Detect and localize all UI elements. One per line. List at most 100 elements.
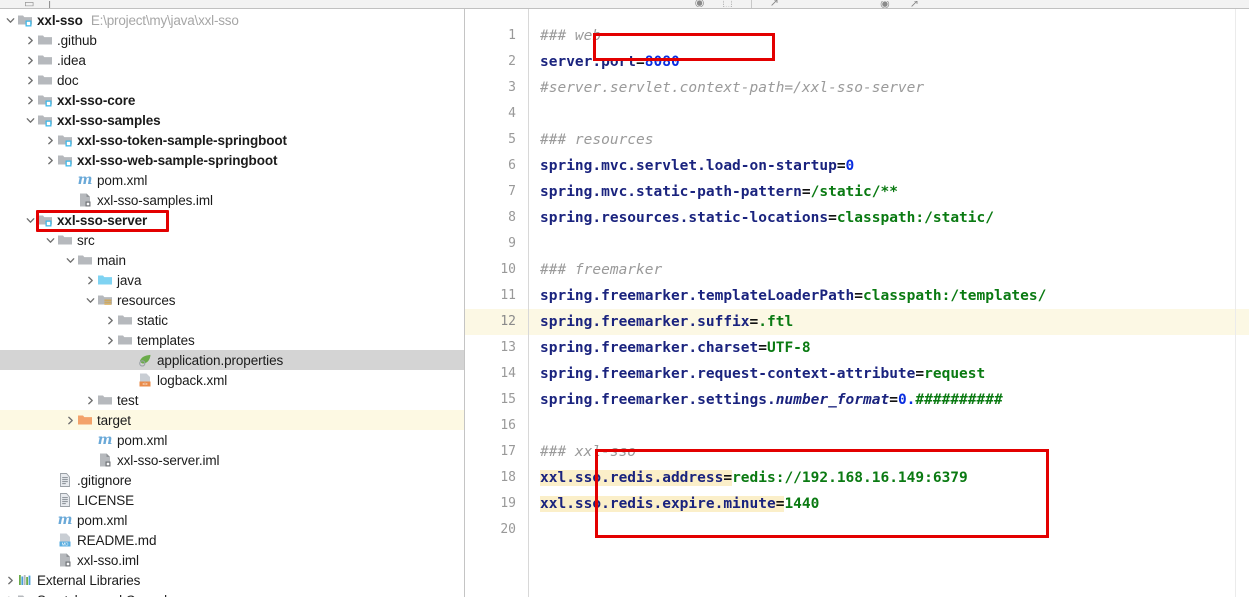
tree-item-resources[interactable]: resources: [0, 290, 464, 310]
letter-j-icon[interactable]: j: [48, 1, 50, 8]
line-number: 14: [500, 366, 516, 381]
code-comment-line[interactable]: ### freemarker: [529, 257, 1249, 283]
code-property-line[interactable]: server.port=8080: [529, 49, 1249, 75]
property-key: server.port: [540, 54, 637, 70]
chevron-right-icon[interactable]: [24, 96, 37, 105]
tree-item-readme-md[interactable]: MD README.md: [0, 530, 464, 550]
module-folder-icon: [37, 112, 53, 128]
tree-item-scratches-and-consoles[interactable]: Scratches and Consoles: [0, 590, 464, 597]
equals-sign: =: [836, 158, 846, 174]
code-comment-line[interactable]: ### xxl-sso: [529, 439, 1249, 465]
tree-item-pom-xml[interactable]: m pom.xml: [0, 510, 464, 530]
tree-item-xxl-sso[interactable]: xxl-sso E:\project\my\java\xxl-sso: [0, 10, 464, 30]
code-property-line[interactable]: spring.resources.static-locations=classp…: [529, 205, 1249, 231]
chevron-down-icon[interactable]: [64, 256, 77, 265]
chevron-right-icon[interactable]: [4, 576, 17, 585]
tree-item-label: logback.xml: [157, 372, 228, 388]
tree-item-external-libraries[interactable]: External Libraries: [0, 570, 464, 590]
chevron-right-icon[interactable]: [64, 416, 77, 425]
tree-item-xxl-sso-iml[interactable]: xxl-sso.iml: [0, 550, 464, 570]
tree-item-java[interactable]: java: [0, 270, 464, 290]
tree-item-label: xxl-sso-server.iml: [117, 452, 220, 468]
code-property-line[interactable]: xxl.sso.redis.expire.minute=1440: [529, 491, 1249, 517]
code-area[interactable]: ### web server.port=8080 #server.servlet.c…: [529, 9, 1249, 597]
tree-item-application-properties[interactable]: application.properties: [0, 350, 464, 370]
code-property-line[interactable]: spring.mvc.servlet.load-on-startup=0: [529, 153, 1249, 179]
property-value: request: [924, 366, 986, 382]
chevron-right-icon[interactable]: [84, 276, 97, 285]
settings-icon[interactable]: ◉: [880, 1, 890, 8]
tree-item-templates[interactable]: templates: [0, 330, 464, 350]
code-comment-line[interactable]: ### resources: [529, 127, 1249, 153]
code-blank-line[interactable]: [529, 101, 1249, 127]
module-folder-icon: [57, 152, 73, 168]
code-property-line[interactable]: spring.mvc.static-path-pattern=/static/*…: [529, 179, 1249, 205]
chevron-down-icon[interactable]: [4, 16, 17, 25]
code-property-line[interactable]: spring.freemarker.suffix=.ftl: [529, 309, 1249, 335]
tree-item-xxl-sso-server[interactable]: xxl-sso-server: [0, 210, 464, 230]
tree-item-pom-xml[interactable]: m pom.xml: [0, 170, 464, 190]
code-blank-line[interactable]: [529, 413, 1249, 439]
tree-item-idea[interactable]: .idea: [0, 50, 464, 70]
run-icon[interactable]: ◉: [695, 0, 705, 7]
code-property-line[interactable]: spring.freemarker.settings.number_format…: [529, 387, 1249, 413]
chevron-down-icon[interactable]: [24, 116, 37, 125]
tree-item-xxl-sso-core[interactable]: xxl-sso-core: [0, 90, 464, 110]
property-key: xxl.sso.redis.address: [540, 470, 724, 486]
tree-item-gitignore[interactable]: .gitignore: [0, 470, 464, 490]
code-property-line[interactable]: xxl.sso.redis.address=redis://192.168.16…: [529, 465, 1249, 491]
resources-folder-icon: [97, 292, 113, 308]
tree-item-main[interactable]: main: [0, 250, 464, 270]
code-comment-line[interactable]: ### web: [529, 23, 1249, 49]
folder-icon: [77, 252, 93, 268]
tree-item-xxl-sso-samples[interactable]: xxl-sso-samples: [0, 110, 464, 130]
tree-item-doc[interactable]: doc: [0, 70, 464, 90]
tree-item-label: .github: [57, 32, 97, 48]
module-folder-icon: [17, 12, 33, 28]
property-value: 8080: [644, 54, 680, 70]
tree-item-xxl-sso-server-iml[interactable]: xxl-sso-server.iml: [0, 450, 464, 470]
chevron-right-icon[interactable]: [84, 396, 97, 405]
stop-icon[interactable]: ⬚: [722, 0, 732, 7]
code-comment-line[interactable]: #server.servlet.context-path=/xxl-sso-se…: [529, 75, 1249, 101]
tree-item-license[interactable]: LICENSE: [0, 490, 464, 510]
tree-item-logback-xml[interactable]: <> logback.xml: [0, 370, 464, 390]
code-property-line[interactable]: spring.freemarker.templateLoaderPath=cla…: [529, 283, 1249, 309]
folder-icon: [57, 232, 73, 248]
chevron-right-icon[interactable]: [104, 336, 117, 345]
tree-item-src[interactable]: src: [0, 230, 464, 250]
tree-item-target[interactable]: target: [0, 410, 464, 430]
property-value: /static/**: [810, 184, 898, 200]
tree-item-xxl-sso-samples-iml[interactable]: xxl-sso-samples.iml: [0, 190, 464, 210]
tree-item-label: xxl-sso-web-sample-springboot: [77, 152, 278, 168]
chevron-right-icon[interactable]: [24, 36, 37, 45]
code-blank-line[interactable]: [529, 517, 1249, 543]
tree-item-xxl-sso-token-sample-springboot[interactable]: xxl-sso-token-sample-springboot: [0, 130, 464, 150]
editor-panel[interactable]: 1 2 3 4 5 6 7 8 9 10 11 12 13 14 15 16 17 18 19 20 ### web s…: [465, 9, 1249, 597]
chevron-right-icon[interactable]: [24, 56, 37, 65]
tree-item-pom-xml[interactable]: m pom.xml: [0, 430, 464, 450]
chevron-right-icon[interactable]: [44, 156, 57, 165]
chevron-down-icon[interactable]: [84, 296, 97, 305]
project-tree-panel[interactable]: xxl-sso E:\project\my\java\xxl-sso .github…: [0, 9, 465, 597]
line-number: 20: [500, 522, 516, 537]
chevron-right-icon[interactable]: [24, 76, 37, 85]
editor-marker-gutter[interactable]: [1235, 9, 1249, 597]
rectangle-icon[interactable]: ▭: [24, 1, 34, 8]
tree-item-static[interactable]: static: [0, 310, 464, 330]
tree-item-xxl-sso-web-sample-springboot[interactable]: xxl-sso-web-sample-springboot: [0, 150, 464, 170]
tree-item-label: static: [137, 312, 168, 328]
chevron-down-icon[interactable]: [44, 236, 57, 245]
module-folder-icon: [37, 212, 53, 228]
text-file-icon: [57, 492, 73, 508]
expand-icon[interactable]: ↗: [910, 1, 919, 8]
search-icon[interactable]: ↗: [770, 0, 779, 7]
chevron-right-icon[interactable]: [44, 136, 57, 145]
code-blank-line[interactable]: [529, 231, 1249, 257]
chevron-down-icon[interactable]: [24, 216, 37, 225]
code-property-line[interactable]: spring.freemarker.request-context-attrib…: [529, 361, 1249, 387]
code-property-line[interactable]: spring.freemarker.charset=UTF-8: [529, 335, 1249, 361]
tree-item-github[interactable]: .github: [0, 30, 464, 50]
chevron-right-icon[interactable]: [104, 316, 117, 325]
tree-item-test[interactable]: test: [0, 390, 464, 410]
